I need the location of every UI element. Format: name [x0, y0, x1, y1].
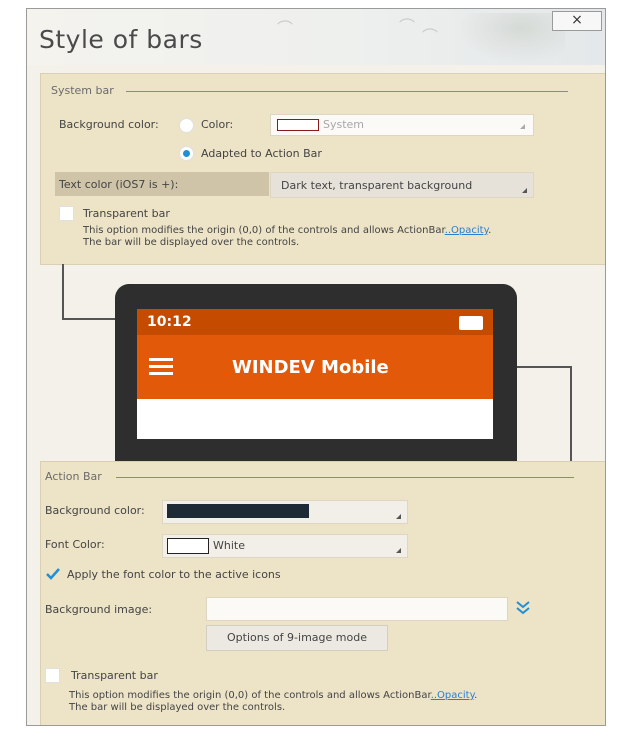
system-note-line2: The bar will be displayed over the contr… [83, 237, 300, 248]
checkmark-icon [46, 568, 60, 580]
text-color-label-bg: Text color (iOS7 is +): [55, 172, 269, 196]
bird-decoration: ⌒ [277, 19, 294, 38]
battery-icon [459, 316, 483, 330]
background-image-label: Background image: [45, 603, 153, 616]
action-note-line1: This option modifies the origin (0,0) of… [69, 690, 478, 701]
action-transparent-checkbox[interactable] [45, 668, 60, 683]
background-image-field[interactable] [206, 597, 508, 621]
apply-icons-checkbox[interactable] [45, 566, 61, 582]
window-title: Style of bars [39, 25, 203, 54]
phone-time: 10:12 [147, 314, 192, 330]
phone-screen-body [137, 399, 493, 439]
combo-arrow-icon [396, 548, 401, 553]
system-transparent-checkbox[interactable] [59, 206, 74, 221]
close-button[interactable]: × [552, 11, 602, 31]
connector-line [570, 367, 572, 462]
dark-color-swatch [167, 504, 309, 518]
text-color-label: Text color (iOS7 is +): [59, 178, 179, 191]
action-bar-legend: Action Bar [45, 470, 102, 483]
apply-icons-label: Apply the font color to the active icons [67, 568, 281, 581]
combo-arrow-icon [396, 514, 401, 519]
nine-image-options-button[interactable]: Options of 9-image mode [206, 625, 388, 651]
combo-arrow-icon [522, 188, 527, 193]
action-background-combo[interactable] [162, 500, 408, 524]
font-color-label: Font Color: [45, 538, 105, 551]
system-bar-legend: System bar [51, 84, 114, 97]
color-option-label: Color: [201, 118, 234, 131]
phone-app-name: WINDEV Mobile [232, 357, 389, 378]
legend-divider [116, 477, 574, 478]
system-color-picker[interactable]: System [270, 114, 534, 136]
combo-arrow-icon[interactable] [511, 115, 531, 133]
close-icon: × [571, 12, 583, 28]
color-value: System [323, 118, 365, 131]
action-transparent-label: Transparent bar [71, 669, 158, 682]
adapted-radio[interactable] [179, 146, 194, 161]
system-transparent-label: Transparent bar [83, 207, 170, 220]
palm-decoration [455, 13, 565, 63]
action-note-line2: The bar will be displayed over the contr… [69, 702, 286, 713]
font-color-value: White [213, 539, 245, 552]
text-color-value: Dark text, transparent background [281, 179, 473, 192]
action-background-label: Background color: [45, 504, 145, 517]
connector-line [62, 318, 122, 320]
text-color-combo[interactable]: Dark text, transparent background [270, 172, 534, 198]
connector-line [62, 264, 64, 319]
opacity-link[interactable]: ..Opacity [445, 225, 488, 236]
adapted-option-label: Adapted to Action Bar [201, 147, 322, 160]
bird-decoration: ⌒ [422, 27, 439, 46]
system-background-label: Background color: [59, 118, 159, 131]
color-radio[interactable] [179, 118, 194, 133]
font-color-combo[interactable]: White [162, 534, 408, 558]
action-bar-panel: Action Bar Background color: Font Color:… [40, 461, 605, 725]
bird-decoration: ⌒ [399, 17, 416, 36]
title-bar: ⌒ ⌒ ⌒ Style of bars × [27, 9, 605, 65]
double-chevron-down-icon[interactable] [511, 597, 535, 619]
hamburger-icon [149, 358, 173, 376]
opacity-link[interactable]: ..Opacity [431, 690, 474, 701]
system-bar-panel: System bar Background color: Color: Syst… [40, 73, 605, 265]
style-of-bars-window: ⌒ ⌒ ⌒ Style of bars × System bar Backgro… [26, 8, 606, 726]
legend-divider [126, 91, 568, 92]
color-swatch [277, 119, 319, 131]
white-color-swatch [167, 538, 209, 554]
system-note-line1: This option modifies the origin (0,0) of… [83, 225, 492, 236]
